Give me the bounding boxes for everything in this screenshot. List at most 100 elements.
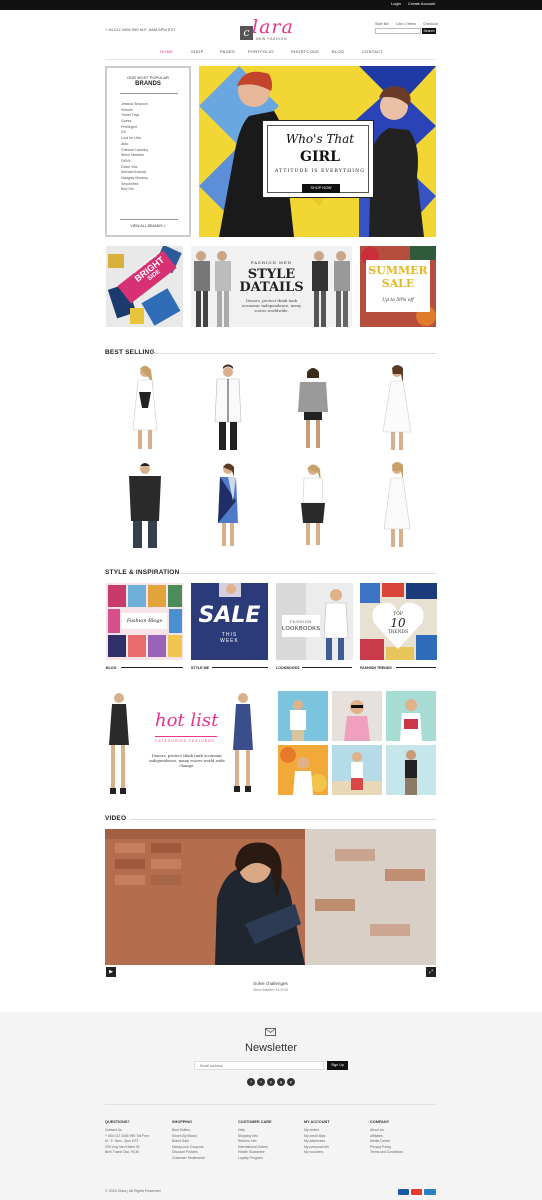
footer-col-questions: QUESTIONS? Contact Us + 084 012 3456 999… — [105, 1120, 149, 1156]
footer-col-shopping: SHOPPING Best Sellers Shoes By Brand Bra… — [172, 1120, 205, 1161]
logo-tagline: NEW FASHION — [256, 37, 288, 41]
video-caption: Solve challenges Steve Madden $129.99 — [105, 981, 436, 992]
newsletter-email-input[interactable] — [194, 1061, 324, 1070]
mastercard-icon — [411, 1189, 422, 1195]
blog-label[interactable]: BLOG — [106, 666, 116, 670]
shop-now-button[interactable]: SHOP NOW — [302, 184, 340, 193]
main-nav: HOME SHOP PAGES PORTFOLIO SHORTCODE BLOG… — [160, 49, 390, 57]
play-icon[interactable]: ▶ — [106, 967, 116, 977]
product-card[interactable] — [273, 364, 352, 451]
product-image — [218, 463, 238, 546]
newsletter-signup-button[interactable]: Sign Up — [327, 1061, 348, 1070]
gallery-image — [332, 745, 382, 795]
style-kicker: FASHION MEN — [250, 260, 293, 265]
sale-text: SALE — [381, 277, 415, 290]
nav-home[interactable]: HOME — [160, 49, 173, 54]
product-image — [382, 365, 412, 450]
hot-list-models — [109, 693, 253, 794]
gallery-tile[interactable] — [332, 691, 382, 741]
sale-small-text-2: WEEK — [220, 638, 239, 644]
product-image — [383, 462, 411, 547]
product-card[interactable] — [357, 364, 436, 451]
footer-divider — [105, 1104, 436, 1105]
search-input[interactable] — [375, 28, 421, 34]
copyright: © 2016 Clara | All Rights Reserved — [105, 1189, 161, 1193]
nav-contact[interactable]: CONTACT — [362, 49, 383, 54]
nav-shop[interactable]: SHOP — [191, 49, 204, 54]
login-link[interactable]: Login — [391, 1, 401, 6]
brand-item[interactable]: Naughty Monkey — [121, 176, 148, 182]
hot-list-title: hot list — [155, 710, 219, 731]
lookbooks-label[interactable]: LOOKBOOKS — [276, 666, 300, 670]
visa-icon — [398, 1189, 409, 1195]
bright-side-promo[interactable]: LOOK ON THE BRIGHT SIDE — [106, 246, 183, 327]
hero-tagline: ATTITUDE IS EVERYTHING — [274, 169, 366, 174]
product-card[interactable] — [357, 461, 436, 548]
style-me-label[interactable]: STYLE ME — [191, 666, 209, 670]
blog-tile[interactable]: Fashion Blogs — [106, 583, 183, 660]
footer-link[interactable]: Customer Testimonial — [172, 1156, 205, 1162]
product-image — [298, 368, 328, 448]
nav-shortcode[interactable]: SHORTCODE — [291, 49, 319, 54]
newsletter-title: Newsletter — [245, 1042, 297, 1054]
top10-text-c: TRENDS — [387, 630, 409, 635]
product-image — [301, 464, 325, 545]
gallery-tile[interactable] — [332, 745, 382, 795]
expand-icon[interactable]: ⤢ — [426, 967, 436, 977]
video-player[interactable] — [105, 829, 436, 965]
pinterest-icon[interactable]: p — [287, 1078, 295, 1086]
hero-text-box: Who's That GIRL ATTITUDE IS EVERYTHING S… — [262, 120, 374, 198]
label-rule — [396, 667, 436, 668]
top-bar: Login Create Account — [0, 0, 542, 10]
brand-item[interactable]: Jessica Simpson — [121, 102, 148, 108]
google-plus-icon[interactable]: g — [277, 1078, 285, 1086]
hero-title-line2: GIRL — [300, 149, 340, 165]
summer-sale-promo[interactable]: SUMMER SALE Up to 50% off — [360, 246, 436, 327]
best-selling-title: BEST SELLING — [105, 349, 155, 356]
youtube-icon[interactable]: y — [267, 1078, 275, 1086]
blog-image-text: Fashion Blogs — [126, 618, 163, 624]
nav-pages[interactable]: PAGES — [220, 49, 235, 54]
brand-item[interactable]: Bed Stu — [121, 187, 148, 193]
nav-portfolio[interactable]: PORTFOLIO — [248, 49, 274, 54]
footer-link[interactable]: Terms and Conditions — [370, 1150, 403, 1156]
nav-blog[interactable]: BLOG — [332, 49, 344, 54]
cart-link[interactable]: Cart: 0 Items — [396, 22, 416, 26]
gallery-image — [386, 745, 436, 795]
facebook-icon[interactable]: f — [247, 1078, 255, 1086]
video-divider — [130, 819, 436, 820]
product-card[interactable] — [105, 364, 184, 451]
gallery-tile[interactable] — [278, 745, 328, 795]
checkout-link[interactable]: Checkout — [423, 22, 438, 26]
product-image — [132, 365, 158, 449]
gallery-tile[interactable] — [386, 691, 436, 741]
search-button[interactable]: Search — [422, 28, 436, 34]
footer-col-title: MY ACCOUNT — [304, 1120, 330, 1124]
product-card[interactable] — [188, 461, 267, 548]
create-account-link[interactable]: Create Account — [408, 1, 435, 6]
footer-link[interactable]: My vouchers — [304, 1150, 330, 1156]
footer-col-title: QUESTIONS? — [105, 1120, 130, 1124]
twitter-icon[interactable]: t — [257, 1078, 265, 1086]
view-all-brands-link[interactable]: VIEW ALL BRANDS > — [107, 224, 189, 228]
style-me-link[interactable]: Style Me — [375, 22, 389, 26]
product-card[interactable] — [188, 364, 267, 451]
hot-list-banner[interactable]: hot list CATEGORIES FEATURED Donors, pro… — [105, 690, 271, 798]
logo-word: lara — [252, 16, 294, 38]
footer-link[interactable]: Loyalty Program — [238, 1156, 271, 1162]
fashion-trends-label[interactable]: FASHION TRENDS — [360, 666, 392, 670]
fashion-trends-tile[interactable]: TOP 10 TRENDS — [360, 583, 437, 660]
video-caption-sub: Steve Madden $129.99 — [252, 988, 289, 992]
style-details-promo[interactable]: FASHION MEN STYLE DATAILS Donors, protec… — [191, 246, 352, 327]
product-card[interactable] — [105, 461, 184, 548]
hot-list-desc: Donors, protect think tank economic inde… — [149, 753, 225, 768]
lookbooks-tile[interactable]: FASHION LOOKBOOKS — [276, 583, 353, 660]
product-card[interactable] — [273, 461, 352, 548]
gallery-tile[interactable] — [386, 745, 436, 795]
gallery-tile[interactable] — [278, 691, 328, 741]
inspiration-divider — [180, 573, 436, 574]
paypal-icon — [424, 1189, 436, 1195]
brands-divider — [120, 219, 178, 220]
style-me-tile[interactable]: SALE THIS WEEK — [191, 583, 268, 660]
logo[interactable]: c lara NEW FASHION — [240, 16, 306, 44]
